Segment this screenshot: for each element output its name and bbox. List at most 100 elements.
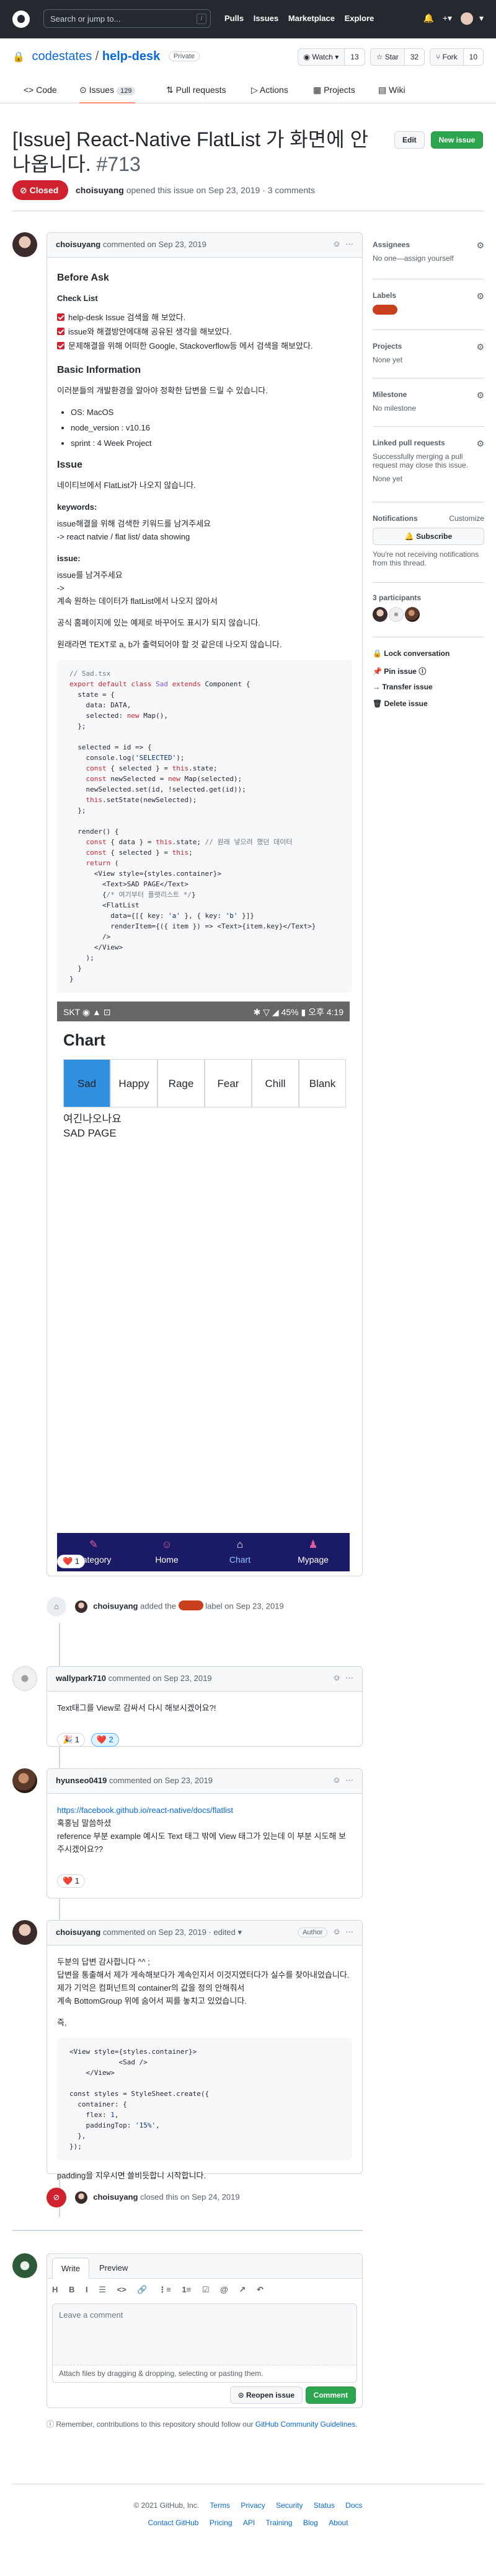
heading-icon[interactable]: H — [52, 2285, 58, 2294]
sidebar-projects[interactable]: Projects ⚙ None yet — [373, 342, 484, 364]
footer-link-about[interactable]: About — [329, 2518, 348, 2527]
footer-link-contact[interactable]: Contact GitHub — [148, 2518, 198, 2527]
footer-link-blog[interactable]: Blog — [303, 2518, 318, 2527]
kebab-menu-icon[interactable]: ··· — [345, 239, 353, 248]
footer-link-training[interactable]: Training — [266, 2518, 293, 2527]
bell-icon[interactable]: 🔔 — [423, 13, 434, 23]
avatar[interactable] — [12, 1768, 37, 1793]
gear-icon[interactable]: ⚙ — [476, 291, 484, 302]
edit-button[interactable]: Edit — [394, 131, 425, 149]
bullet-list-icon[interactable]: ⋮≡ — [158, 2285, 171, 2294]
nav-explore[interactable]: Explore — [345, 14, 374, 23]
gear-icon[interactable]: ⚙ — [476, 342, 484, 352]
emotion-fear[interactable]: Fear — [205, 1059, 252, 1107]
tab-write[interactable]: Write — [52, 2258, 90, 2279]
transfer-issue-link[interactable]: → Transfer issue — [373, 683, 433, 691]
comment-author-link[interactable]: choisuyang — [56, 240, 100, 249]
watch-count[interactable]: 13 — [344, 49, 365, 65]
reaction-heart[interactable]: ❤️ 1 — [57, 1874, 86, 1888]
reference-icon[interactable]: ↗ — [239, 2285, 246, 2294]
fork-count[interactable]: 10 — [463, 49, 483, 65]
docs-link[interactable]: https://facebook.github.io/react-native/… — [57, 1804, 352, 1817]
emotion-sad[interactable]: Sad — [63, 1059, 110, 1107]
link-icon[interactable]: 🔗 — [137, 2285, 147, 2294]
user-avatar[interactable] — [460, 12, 473, 25]
avatar[interactable] — [74, 1600, 87, 1613]
footer-link-privacy[interactable]: Privacy — [241, 2501, 265, 2510]
avatar[interactable] — [12, 232, 37, 257]
mention-icon[interactable]: @ — [220, 2285, 228, 2294]
attach-files[interactable]: Attach files by dragging & dropping, sel… — [52, 2365, 357, 2383]
avatar[interactable] — [12, 1666, 37, 1691]
tab-actions[interactable]: ▷ Actions — [251, 85, 288, 95]
tab-projects[interactable]: ▦ Projects — [313, 85, 355, 95]
smiley-icon[interactable]: ☺ — [332, 1775, 340, 1784]
emotion-chill[interactable]: Chill — [252, 1059, 299, 1107]
fork-button[interactable]: ⑂ Fork 10 — [430, 48, 484, 66]
sidebar-labels[interactable]: Labels ⚙ — [373, 291, 484, 315]
comment-author-link[interactable]: wallypark710 — [56, 1674, 106, 1683]
numbered-list-icon[interactable]: 1≡ — [182, 2285, 191, 2294]
tab-issues[interactable]: ⊙ Issues 129 — [79, 85, 136, 103]
nav-marketplace[interactable]: Marketplace — [288, 14, 335, 23]
event-author[interactable]: choisuyang — [93, 2192, 138, 2201]
chevron-down-icon[interactable]: ▾ — [479, 13, 484, 23]
sidebar-milestone[interactable]: Milestone ⚙ No milestone — [373, 390, 484, 413]
phone-tab-mypage[interactable]: ♟ Mypage — [277, 1533, 350, 1571]
smiley-icon[interactable]: ☺ — [332, 239, 340, 248]
github-logo-icon[interactable] — [12, 11, 30, 28]
footer-link-terms[interactable]: Terms — [210, 2501, 230, 2510]
star-button[interactable]: ☆ Star 32 — [370, 48, 425, 66]
tab-code[interactable]: <> Code — [24, 85, 57, 95]
comment-date[interactable]: commented on Sep 23, 2019 · edited — [103, 1928, 236, 1937]
search-input[interactable]: Search or jump to... / — [43, 9, 211, 28]
emotion-rage[interactable]: Rage — [157, 1059, 205, 1107]
nav-pulls[interactable]: Pulls — [224, 14, 244, 23]
comment-date[interactable]: commented on Sep 23, 2019 — [109, 1776, 213, 1785]
phone-tab-home[interactable]: ☺ Home — [130, 1533, 203, 1571]
footer-link-security[interactable]: Security — [276, 2501, 303, 2510]
footer-link-docs[interactable]: Docs — [345, 2501, 362, 2510]
lock-conversation-link[interactable]: 🔒 Lock conversation — [373, 649, 450, 658]
kebab-menu-icon[interactable]: ··· — [345, 1673, 353, 1682]
customize-link[interactable]: Customize — [449, 514, 484, 523]
kebab-menu-icon[interactable]: ··· — [345, 1775, 353, 1784]
repo-owner-link[interactable]: codestates — [32, 50, 92, 63]
italic-icon[interactable]: I — [86, 2285, 88, 2294]
reaction-tada[interactable]: 🎉 1 — [57, 1733, 86, 1747]
gear-icon[interactable]: ⚙ — [476, 240, 484, 251]
emotion-blank[interactable]: Blank — [299, 1059, 346, 1107]
chevron-down-icon[interactable]: ▾ — [237, 1928, 242, 1937]
footer-link-api[interactable]: API — [243, 2518, 255, 2527]
reopen-issue-button[interactable]: ⊙ Reopen issue — [229, 2386, 303, 2404]
emotion-happy[interactable]: Happy — [110, 1059, 157, 1107]
comment-textarea[interactable]: Leave a comment — [52, 2303, 357, 2365]
pin-issue-link[interactable]: 📌 Pin issue ⓘ — [373, 666, 426, 676]
gear-icon[interactable]: ⚙ — [476, 439, 484, 449]
avatar[interactable] — [373, 607, 388, 622]
comment-date[interactable]: commented on Sep 23, 2019 — [103, 240, 206, 249]
assignees-value[interactable]: No one—assign yourself — [373, 254, 484, 263]
event-author[interactable]: choisuyang — [93, 1601, 138, 1610]
nav-issues[interactable]: Issues — [254, 14, 278, 23]
label-badge[interactable] — [373, 305, 397, 315]
label-badge[interactable] — [178, 1600, 203, 1611]
plus-icon[interactable]: +▾ — [443, 13, 452, 23]
kebab-menu-icon[interactable]: ··· — [345, 1927, 353, 1936]
tab-wiki[interactable]: ▤ Wiki — [378, 85, 405, 95]
code-icon[interactable]: <> — [117, 2285, 126, 2294]
avatar[interactable] — [12, 1920, 37, 1945]
delete-issue-link[interactable]: 🗑 Delete issue — [373, 699, 428, 708]
sidebar-assignees[interactable]: Assignees ⚙ No one—assign yourself — [373, 240, 484, 263]
avatar[interactable] — [389, 607, 404, 622]
comment-author-link[interactable]: hyunseo0419 — [56, 1776, 107, 1785]
star-count[interactable]: 32 — [404, 49, 425, 65]
comment-button[interactable]: Comment — [305, 2386, 356, 2404]
gear-icon[interactable]: ⚙ — [476, 390, 484, 401]
comment-author-link[interactable]: choisuyang — [56, 1928, 100, 1937]
phone-tab-chart[interactable]: ⌂ Chart — [203, 1533, 277, 1571]
avatar[interactable] — [12, 2253, 37, 2278]
tab-pull-requests[interactable]: ⇅ Pull requests — [166, 85, 226, 95]
avatar[interactable] — [405, 607, 420, 622]
smiley-icon[interactable]: ☺ — [332, 1927, 340, 1936]
